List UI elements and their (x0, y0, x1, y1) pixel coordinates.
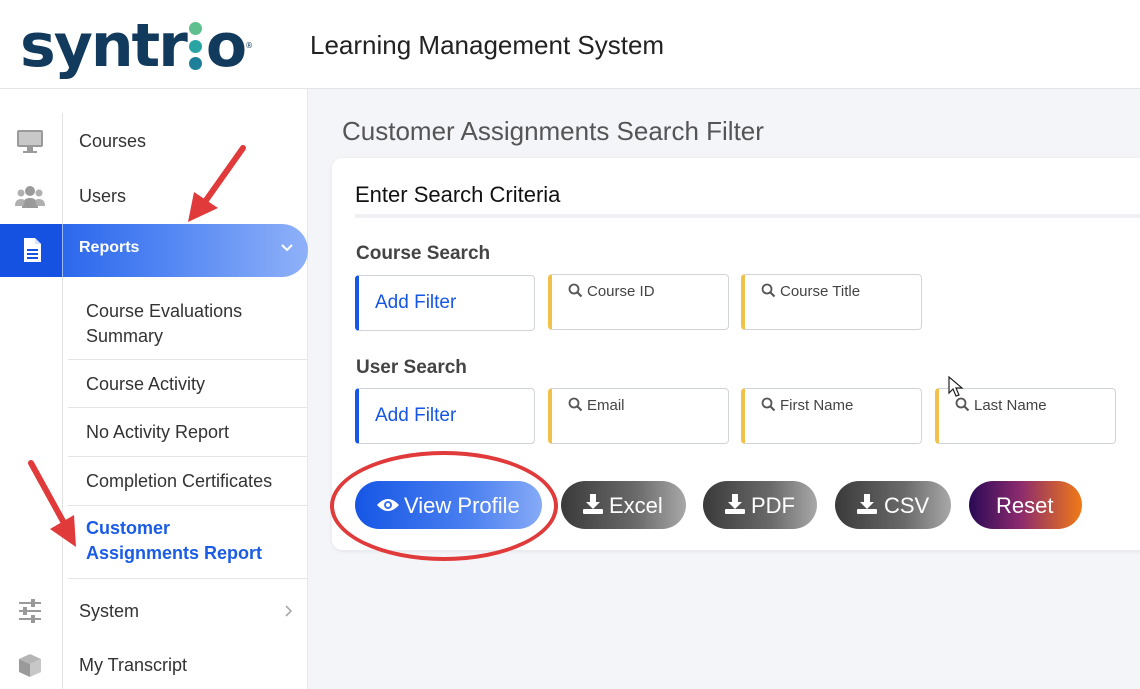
syntrio-logo[interactable]: syntr o® (20, 8, 253, 84)
monitor-icon (17, 130, 43, 153)
submenu-item-completion-certificates[interactable]: Completion Certificates (68, 457, 308, 506)
submenu-item-label: Completion Certificates (86, 471, 273, 491)
sidebar-item-label: Reports (79, 239, 140, 256)
field-placeholder: Email (587, 397, 625, 414)
add-filter-label: Add Filter (375, 405, 457, 426)
field-placeholder: Course ID (587, 283, 655, 300)
course-add-filter-button[interactable]: Add Filter (355, 275, 535, 331)
sidebar-item-label: System (79, 601, 140, 621)
logo-dots (188, 22, 204, 70)
add-filter-label: Add Filter (375, 292, 457, 313)
submenu-item-label: Course Activity (86, 374, 206, 394)
mouse-cursor-icon (948, 376, 964, 397)
chevron-right-icon[interactable] (284, 604, 294, 618)
button-label: Reset (996, 493, 1054, 518)
app-title: Learning Management System (310, 30, 665, 60)
first-name-field[interactable]: First Name (741, 388, 922, 444)
search-icon (568, 397, 583, 412)
pdf-download-button[interactable]: PDF (703, 481, 817, 529)
card-title: Enter Search Criteria (355, 182, 561, 207)
sidebar-item-label: My Transcript (79, 655, 188, 675)
user-add-filter-button[interactable]: Add Filter (355, 388, 535, 444)
download-icon (857, 494, 877, 514)
sidebar-item-users[interactable]: Users (0, 170, 308, 222)
csv-download-button[interactable]: CSV (835, 481, 951, 529)
field-placeholder: Course Title (780, 283, 861, 300)
search-icon (761, 397, 776, 412)
course-title-field[interactable]: Course Title (741, 274, 922, 330)
search-icon (955, 397, 970, 412)
sidebar-item-label: Users (79, 186, 127, 206)
user-search-label: User Search (356, 357, 467, 378)
field-placeholder: Last Name (974, 397, 1047, 414)
download-icon (725, 494, 745, 514)
search-icon (761, 283, 776, 298)
submenu-item-label: Customer Assignments Report (86, 518, 263, 563)
sidebar-nav: Courses Users Reports Course Evaluations… (0, 89, 308, 689)
card-divider (355, 214, 1140, 218)
users-icon (15, 186, 45, 208)
sidebar-item-system[interactable]: System (0, 585, 308, 637)
submenu-item-course-activity[interactable]: Course Activity (68, 360, 308, 408)
download-icon (583, 494, 603, 514)
submenu-item-label: Course Evaluations Summary (86, 301, 243, 346)
sidebar-item-my-transcript[interactable]: My Transcript (0, 639, 308, 689)
sliders-icon (19, 599, 41, 623)
excel-download-button[interactable]: Excel (561, 481, 686, 529)
button-label: CSV (884, 493, 930, 518)
app-header: syntr o® Learning Management System (0, 0, 1140, 89)
submenu-item-no-activity-report[interactable]: No Activity Report (68, 408, 308, 457)
submenu-item-course-evaluations-summary[interactable]: Course Evaluations Summary (68, 291, 308, 360)
button-label: PDF (751, 493, 795, 518)
sidebar-item-reports[interactable]: Reports (0, 224, 308, 277)
highlight-circle-annotation (330, 451, 558, 561)
chevron-down-icon[interactable] (280, 241, 294, 255)
cube-icon (19, 654, 41, 677)
course-search-label: Course Search (356, 243, 491, 264)
document-icon (24, 238, 41, 262)
email-field[interactable]: Email (548, 388, 729, 444)
button-label: Excel (609, 493, 663, 518)
course-id-field[interactable]: Course ID (548, 274, 729, 330)
sidebar-item-courses[interactable]: Courses (0, 115, 308, 167)
sidebar-item-label: Courses (79, 131, 147, 151)
reset-button[interactable]: Reset (969, 481, 1082, 529)
reports-separator (62, 224, 63, 277)
field-placeholder: First Name (780, 397, 854, 414)
search-icon (568, 283, 583, 298)
page-title: Customer Assignments Search Filter (342, 116, 764, 146)
submenu-item-customer-assignments-report[interactable]: Customer Assignments Report (68, 506, 308, 579)
submenu-item-label: No Activity Report (86, 422, 230, 442)
